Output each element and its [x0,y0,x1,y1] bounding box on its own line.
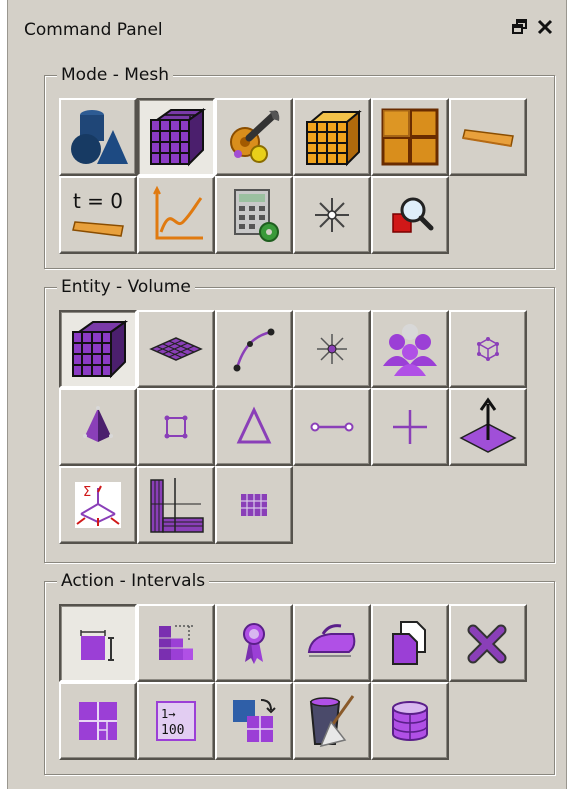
action-swap-button[interactable] [215,682,293,760]
entity-edge-button[interactable] [293,388,371,466]
quality-icon [243,623,265,664]
entity-volume-button[interactable] [59,310,137,388]
panel-title: Command Panel [24,20,163,40]
time-zero-icon: t = 0 [72,189,124,237]
node-set-icon [477,337,499,361]
entity-vertex-button[interactable] [293,310,371,388]
calculator-icon [234,189,279,242]
action-group: Action - Intervals 1→ 100 [44,569,555,775]
action-database-button[interactable] [371,682,449,760]
database-icon [392,701,428,741]
action-scheme-button[interactable] [137,604,215,682]
smooth-icon [307,624,356,657]
numbering-icon: 1→ 100 [156,701,196,741]
action-cleanup-button[interactable] [293,682,371,760]
entity-pyramid-button[interactable] [59,388,137,466]
curve-icon [233,328,275,372]
vertex-icon [317,334,347,364]
mode-group: Mode - Mesh t = 0 [44,63,555,269]
entity-block-button[interactable] [137,466,215,544]
entity-curve-button[interactable] [215,310,293,388]
action-legend: Action - Intervals [57,569,210,593]
sideset-icon: Σ [75,482,121,528]
swap-icon [233,699,276,742]
zoom-search-icon [392,197,434,233]
surface-icon [149,337,203,361]
node-icon [393,410,427,444]
sigma-label: Σ [83,485,91,500]
surface-mesh-icon [381,108,439,166]
mode-mesh-button[interactable] [137,98,215,176]
entity-triangle-button[interactable] [215,388,293,466]
entity-legend: Entity - Volume [57,275,195,299]
mode-volume-mesh-button[interactable] [293,98,371,176]
edge-icon [310,422,354,432]
mode-vertex-button[interactable] [293,176,371,254]
entity-surface-button[interactable] [137,310,215,388]
action-delete-button[interactable] [449,604,527,682]
entity-normal-button[interactable] [449,388,527,466]
vertex-star-icon [315,198,349,232]
action-numbering-button[interactable]: 1→ 100 [137,682,215,760]
close-icon[interactable] [534,14,556,40]
mode-geometry-button[interactable] [59,98,137,176]
time-zero-label: t = 0 [73,189,123,213]
action-quality-button[interactable] [215,604,293,682]
mode-time-zero-button[interactable]: t = 0 [59,176,137,254]
entity-group: Entity - Volume Σ [44,275,555,563]
tools-icon [230,110,280,163]
action-intervals-button[interactable] [59,604,137,682]
mode-calculator-button[interactable] [215,176,293,254]
refine-icon [79,702,117,740]
command-panel: Command Panel Mode - Mesh t = 0 Entity -… [7,0,567,789]
entity-hex-grid-button[interactable] [215,466,293,544]
triangle-icon [236,406,272,444]
action-smooth-button[interactable] [293,604,371,682]
entity-node-set-button[interactable] [449,310,527,388]
numbering-top-label: 1→ [161,707,175,721]
action-copy-button[interactable] [371,604,449,682]
mode-graph-button[interactable] [137,176,215,254]
pyramid-icon [83,406,113,442]
mesh-icon [150,108,207,167]
cleanup-icon [309,695,355,748]
block-icon [150,478,204,533]
square-node-icon [164,415,188,439]
normal-icon [459,397,517,453]
numbering-bottom-label: 100 [161,723,184,738]
group-icon [383,324,437,376]
intervals-icon [80,630,114,661]
geometry-icon [71,110,128,164]
mode-zoom-button[interactable] [371,176,449,254]
entity-sideset-button[interactable]: Σ [59,466,137,544]
mode-legend: Mode - Mesh [57,63,174,87]
copy-icon [392,621,426,665]
volume-icon [72,320,129,379]
entity-group-button[interactable] [371,310,449,388]
restore-window-icon[interactable] [509,14,531,40]
entity-square-node-button[interactable] [137,388,215,466]
delete-icon [467,624,507,664]
volume-mesh-icon [306,109,362,167]
action-refine-button[interactable] [59,682,137,760]
panel-titlebar: Command Panel [8,0,566,58]
graph-icon [153,185,203,240]
scheme-icon [159,625,195,660]
curve-mesh-icon [462,129,514,147]
hex-grid-icon [241,494,267,516]
mode-tools-button[interactable] [215,98,293,176]
entity-node-button[interactable] [371,388,449,466]
mode-curve-mesh-button[interactable] [449,98,527,176]
mode-surface-mesh-button[interactable] [371,98,449,176]
